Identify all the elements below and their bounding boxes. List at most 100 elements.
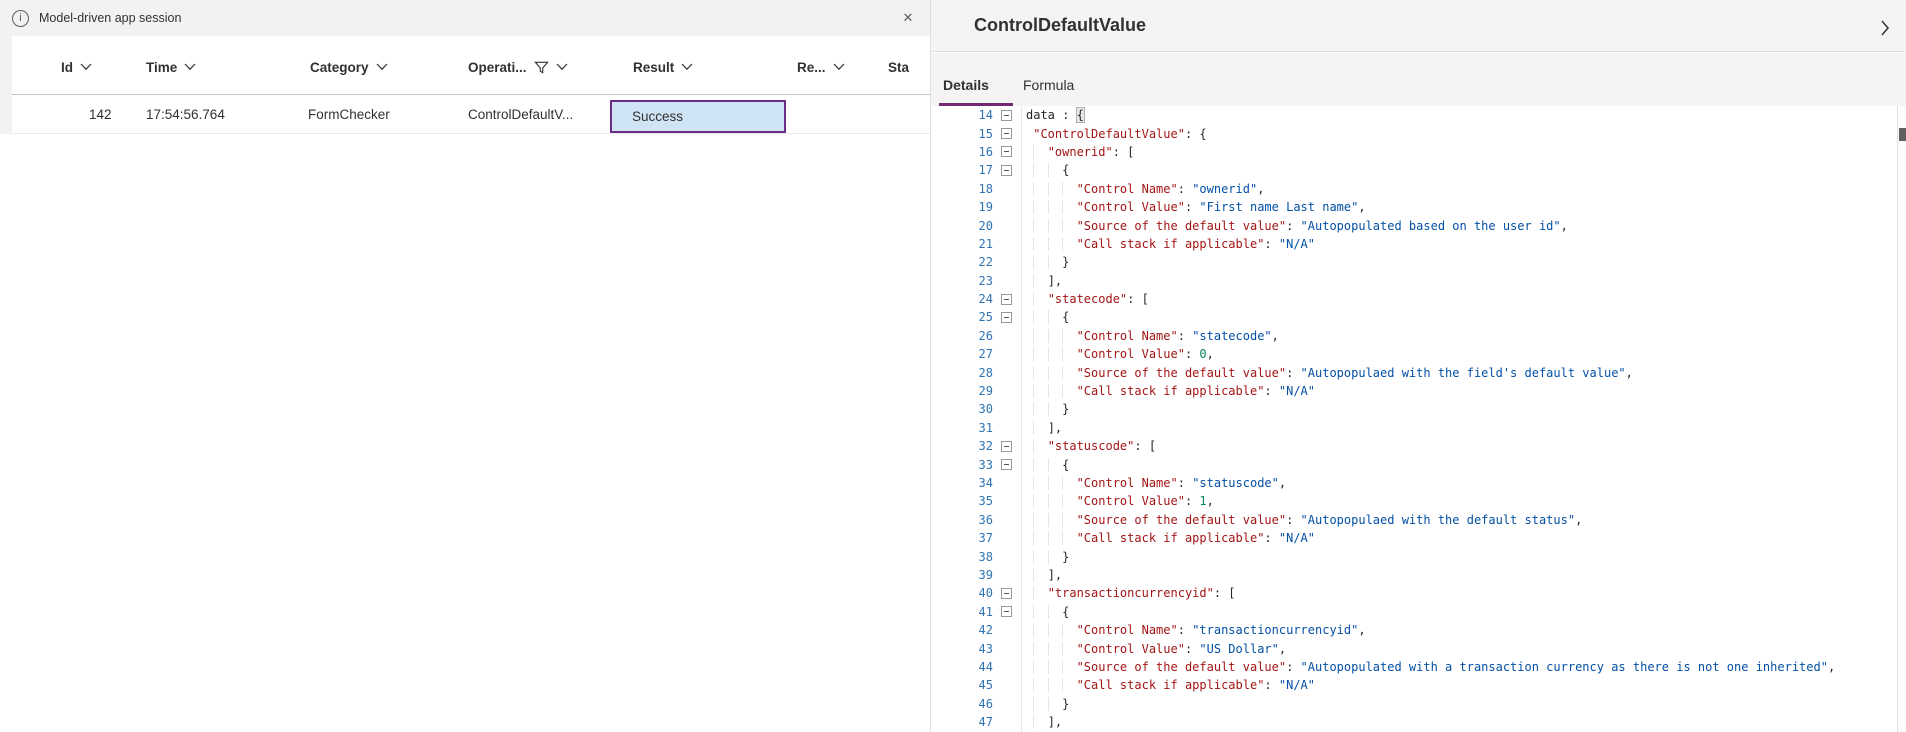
- chevron-down-icon[interactable]: [833, 63, 845, 71]
- json-punct: ,: [1626, 366, 1633, 380]
- json-key: "Control Name": [1077, 623, 1178, 637]
- cell-operation[interactable]: ControlDefaultV...: [468, 107, 573, 127]
- json-string: "Autopopulated based on the user id": [1301, 219, 1561, 233]
- indent-guide: [1033, 605, 1034, 619]
- code-text: "Call stack if applicable": "N/A": [1026, 678, 1315, 692]
- indent-guide: [1048, 458, 1049, 472]
- collapse-toggle-icon[interactable]: [1001, 165, 1012, 176]
- column-header-re[interactable]: Re...: [797, 56, 845, 78]
- indent-guide: [1033, 200, 1034, 214]
- indent-guide: [1062, 237, 1063, 251]
- code-line-34: 34 "Control Name": "statuscode",: [931, 474, 1906, 492]
- line-number: 35: [931, 494, 993, 508]
- code-text: "Control Name": "ownerid",: [1026, 182, 1264, 196]
- tab-details[interactable]: Details: [943, 77, 989, 93]
- indent-guide: [1062, 513, 1063, 527]
- chevron-down-icon[interactable]: [184, 63, 196, 71]
- chevron-down-icon[interactable]: [376, 63, 388, 71]
- chevron-down-icon[interactable]: [681, 63, 693, 71]
- json-punct: }: [1062, 255, 1069, 269]
- code-text: "Control Value": 0,: [1026, 347, 1214, 361]
- collapse-minus: [1004, 299, 1009, 300]
- json-punct: :: [1185, 642, 1199, 656]
- line-number: 43: [931, 642, 993, 656]
- column-header-id[interactable]: Id: [61, 56, 92, 78]
- cell-id[interactable]: 142: [89, 107, 112, 127]
- code-text: "ownerid": [: [1026, 145, 1134, 159]
- cell-time[interactable]: 17:54:56.764: [146, 107, 225, 127]
- collapse-gutter: [993, 441, 1019, 452]
- code-line-26: 26 "Control Name": "statecode",: [931, 327, 1906, 345]
- indent-guide: [1033, 237, 1034, 251]
- code-text: ],: [1026, 421, 1062, 435]
- row-divider: [12, 133, 930, 134]
- column-header-time[interactable]: Time: [146, 56, 196, 78]
- code-line-25: 25 {: [931, 308, 1906, 326]
- tab-formula[interactable]: Formula: [1023, 77, 1074, 93]
- collapse-toggle-icon[interactable]: [1001, 294, 1012, 305]
- indent-guide: [1033, 310, 1034, 324]
- collapse-toggle-icon[interactable]: [1001, 459, 1012, 470]
- indent-guide: [1048, 531, 1049, 545]
- code-text: {: [1026, 310, 1069, 324]
- line-number: 17: [931, 163, 993, 177]
- code-line-36: 36 "Source of the default value": "Autop…: [931, 511, 1906, 529]
- code-text: "Source of the default value": "Autopopu…: [1026, 660, 1835, 674]
- collapse-toggle-icon[interactable]: [1001, 128, 1012, 139]
- indent-guide: [1062, 182, 1063, 196]
- json-punct: :: [1286, 513, 1300, 527]
- collapse-toggle-icon[interactable]: [1001, 606, 1012, 617]
- code-line-43: 43 "Control Value": "US Dollar",: [931, 639, 1906, 657]
- json-punct: ,: [1575, 513, 1582, 527]
- header-divider: [12, 94, 930, 95]
- collapse-toggle-icon[interactable]: [1001, 146, 1012, 157]
- json-punct: {: [1062, 605, 1069, 619]
- collapse-minus: [1004, 611, 1009, 612]
- indent-guide: [1033, 145, 1034, 159]
- chevron-down-icon[interactable]: [556, 63, 568, 71]
- code-line-16: 16 "ownerid": [: [931, 143, 1906, 161]
- indent-guide: [1062, 476, 1063, 490]
- code-text: "Control Value": "First name Last name",: [1026, 200, 1366, 214]
- cell-category[interactable]: FormChecker: [308, 107, 390, 127]
- filter-icon[interactable]: [534, 60, 549, 75]
- collapse-gutter: [993, 606, 1019, 617]
- code-text: "Control Name": "statecode",: [1026, 329, 1279, 343]
- info-icon: i: [12, 10, 29, 27]
- collapse-toggle-icon[interactable]: [1001, 110, 1012, 121]
- scrollbar-thumb[interactable]: [1899, 128, 1906, 141]
- collapse-gutter: [993, 146, 1019, 157]
- indent-guide: [1033, 292, 1034, 306]
- json-string: "statuscode": [1192, 476, 1279, 490]
- close-icon[interactable]: ✕: [894, 4, 922, 32]
- column-header-operati[interactable]: Operati...: [468, 56, 568, 78]
- indent-guide: [1033, 219, 1034, 233]
- json-punct: ,: [1358, 200, 1365, 214]
- indent-guide: [1048, 678, 1049, 692]
- chevron-down-icon[interactable]: [80, 63, 92, 71]
- collapse-toggle-icon[interactable]: [1001, 312, 1012, 323]
- column-header-label: Category: [310, 60, 369, 75]
- line-number: 32: [931, 439, 993, 453]
- collapse-toggle-icon[interactable]: [1001, 588, 1012, 599]
- code-line-45: 45 "Call stack if applicable": "N/A": [931, 676, 1906, 694]
- cell-result-selected[interactable]: Success: [610, 100, 786, 133]
- column-header-category[interactable]: Category: [310, 56, 388, 78]
- code-text: {: [1026, 605, 1069, 619]
- chevron-right-icon[interactable]: [1873, 16, 1897, 40]
- collapse-gutter: [993, 294, 1019, 305]
- line-number: 27: [931, 347, 993, 361]
- json-punct: ,: [1272, 329, 1279, 343]
- line-number: 40: [931, 586, 993, 600]
- collapse-toggle-icon[interactable]: [1001, 441, 1012, 452]
- column-header-sta[interactable]: Sta: [888, 56, 909, 78]
- indent-guide: [1033, 439, 1034, 453]
- code-line-21: 21 "Call stack if applicable": "N/A": [931, 235, 1906, 253]
- vertical-scrollbar[interactable]: [1897, 106, 1906, 732]
- indent-guide: [1062, 347, 1063, 361]
- line-number: 44: [931, 660, 993, 674]
- code-line-42: 42 "Control Name": "transactioncurrencyi…: [931, 621, 1906, 639]
- json-string: "N/A": [1279, 678, 1315, 692]
- column-header-result[interactable]: Result: [633, 56, 693, 78]
- json-string: "First name Last name": [1199, 200, 1358, 214]
